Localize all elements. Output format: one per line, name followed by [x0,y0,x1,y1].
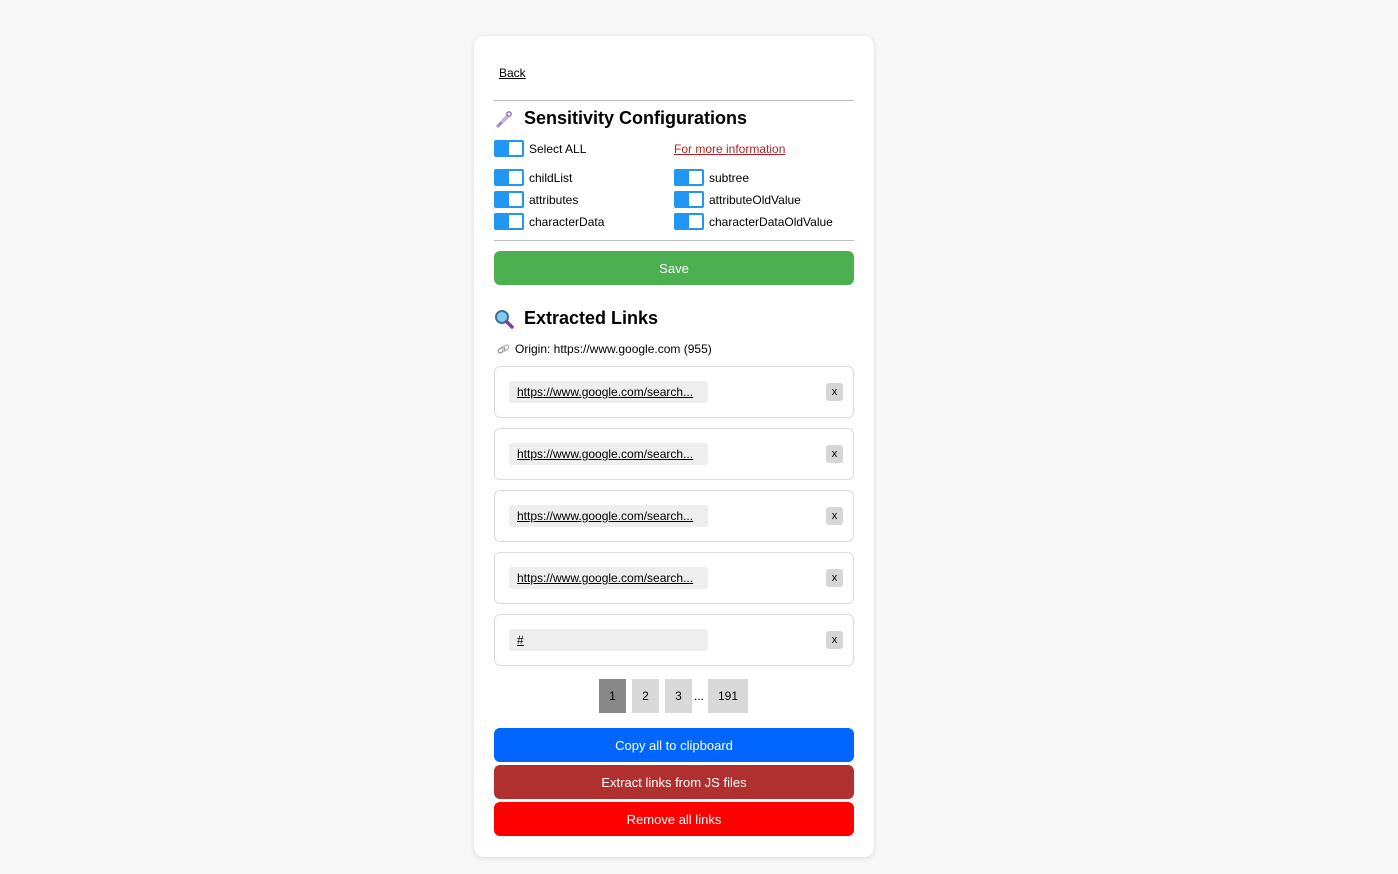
sensitivity-title-text: Sensitivity Configurations [524,108,748,128]
link-url[interactable]: # [509,629,708,651]
dropper-icon [494,109,514,129]
childlist-toggle[interactable] [494,169,524,186]
option-subtree[interactable]: subtree [674,169,749,186]
top-divider [494,100,854,101]
more-info-link[interactable]: For more information [674,142,785,156]
pagination-ellipsis: ... [694,689,705,703]
back-link[interactable]: Back [499,66,526,80]
extracted-links-title: Extracted Links [494,308,658,329]
select-all-label: Select ALL [529,141,587,156]
save-button[interactable]: Save [494,251,854,285]
sensitivity-title: Sensitivity Configurations [494,108,747,129]
attribute-old-value-toggle[interactable] [674,191,704,208]
character-data-old-value-toggle[interactable] [674,213,704,230]
remove-all-button[interactable]: Remove all links [494,802,854,836]
option-attributes[interactable]: attributes [494,191,578,208]
select-all-toggle[interactable] [494,140,524,157]
link-url[interactable]: https://www.google.com/search... [509,381,708,403]
page-button-3[interactable]: 3 [665,679,692,713]
link-url[interactable]: https://www.google.com/search... [509,567,708,589]
attribute-old-value-label: attributeOldValue [709,192,801,207]
link-url[interactable]: https://www.google.com/search... [509,505,708,527]
select-all-toggle-row[interactable]: Select ALL [494,140,586,157]
childlist-label: childList [529,170,573,185]
subtree-label: subtree [709,170,750,185]
extracted-links-title-text: Extracted Links [524,308,659,328]
option-attribute-old-value[interactable]: attributeOldValue [674,191,801,208]
link-card: https://www.google.com/search... x [494,490,854,542]
attributes-toggle[interactable] [494,191,524,208]
pagination: 1 2 3 ... 191 [599,679,754,713]
link-card: https://www.google.com/search... x [494,366,854,418]
link-icon [496,342,510,356]
magnifier-icon [494,309,514,329]
page-button-last[interactable]: 191 [708,679,749,713]
character-data-toggle[interactable] [494,213,524,230]
origin-line: Origin: https://www.google.com (955) [496,342,712,356]
link-card: https://www.google.com/search... x [494,428,854,480]
option-childlist[interactable]: childList [494,169,572,186]
remove-link-button[interactable]: x [826,445,843,463]
link-card: # x [494,614,854,666]
remove-link-button[interactable]: x [826,569,843,587]
page-button-2[interactable]: 2 [632,679,659,713]
config-divider [494,240,854,241]
extract-js-button[interactable]: Extract links from JS files [494,765,854,799]
remove-link-button[interactable]: x [826,507,843,525]
origin-text: Origin: https://www.google.com (955) [515,342,712,356]
character-data-label: characterData [529,214,605,229]
remove-link-button[interactable]: x [826,631,843,649]
link-url[interactable]: https://www.google.com/search... [509,443,708,465]
remove-link-button[interactable]: x [826,383,843,401]
copy-all-button[interactable]: Copy all to clipboard [494,728,854,762]
attributes-label: attributes [529,192,579,207]
option-character-data[interactable]: characterData [494,213,604,230]
character-data-old-value-label: characterDataOldValue [709,214,833,229]
popup-panel: Back Sensitivity Configurations Select A… [474,36,874,857]
page-button-1[interactable]: 1 [599,679,626,713]
option-character-data-old-value[interactable]: characterDataOldValue [674,213,833,230]
subtree-toggle[interactable] [674,169,704,186]
link-card: https://www.google.com/search... x [494,552,854,604]
